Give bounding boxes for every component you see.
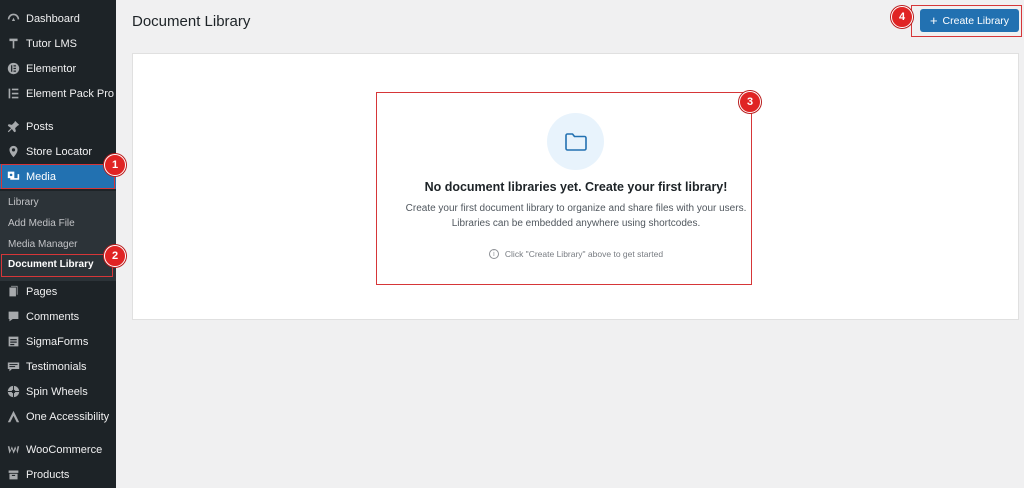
comments-icon bbox=[6, 310, 20, 324]
sidebar-item-tutor-lms[interactable]: Tutor LMS bbox=[0, 31, 116, 56]
annotation-highlight-document-library bbox=[1, 254, 113, 277]
accessibility-icon bbox=[6, 410, 20, 424]
sidebar-item-testimonials[interactable]: Testimonials bbox=[0, 354, 116, 379]
sidebar-item-label: Tutor LMS bbox=[26, 37, 77, 50]
create-library-label: Create Library bbox=[942, 14, 1010, 27]
products-icon bbox=[6, 468, 20, 482]
sidebar-item-products[interactable]: Products bbox=[0, 462, 116, 487]
wheel-icon bbox=[6, 385, 20, 399]
empty-state-icon-circle bbox=[547, 113, 604, 170]
testimonials-icon bbox=[6, 360, 20, 374]
sidebar-item-comments[interactable]: Comments bbox=[0, 304, 116, 329]
create-library-button[interactable]: + Create Library bbox=[920, 9, 1019, 32]
annotation-badge-1: 1 bbox=[104, 154, 126, 176]
info-icon: i bbox=[488, 249, 499, 259]
annotation-highlight-media bbox=[1, 164, 115, 189]
empty-state-hint-text: Click "Create Library" above to get star… bbox=[504, 249, 664, 259]
annotation-badge-4: 4 bbox=[891, 6, 913, 28]
submenu-item-library[interactable]: Library bbox=[8, 194, 39, 212]
submenu-item-add-media-file[interactable]: Add Media File bbox=[8, 215, 75, 233]
pin-icon bbox=[6, 120, 20, 134]
annotation-badge-2: 2 bbox=[104, 245, 126, 267]
sidebar-item-label: Comments bbox=[26, 310, 80, 323]
sidebar-item-label: Spin Wheels bbox=[26, 385, 88, 398]
sidebar-item-label: Pages bbox=[26, 285, 58, 298]
dashboard-icon bbox=[6, 12, 20, 26]
sidebar-item-posts[interactable]: Posts bbox=[0, 114, 116, 139]
plus-icon: + bbox=[929, 13, 938, 28]
sidebar-item-label: One Accessibility bbox=[26, 410, 110, 423]
sidebar-item-label: SigmaForms bbox=[26, 335, 89, 348]
empty-state-hint: i Click "Create Library" above to get st… bbox=[376, 249, 776, 259]
sidebar-item-label: Testimonials bbox=[26, 360, 87, 373]
admin-sidebar: Dashboard Tutor LMS Elementor Element Pa… bbox=[0, 0, 116, 488]
sidebar-item-elementor[interactable]: Elementor bbox=[0, 56, 116, 81]
forms-icon bbox=[6, 335, 20, 349]
sidebar-item-label: Element Pack Pro bbox=[26, 87, 115, 100]
empty-state-title: No document libraries yet. Create your f… bbox=[424, 180, 728, 194]
sidebar-item-label: Dashboard bbox=[26, 12, 80, 25]
sidebar-item-dashboard[interactable]: Dashboard bbox=[0, 6, 116, 31]
tutor-icon bbox=[6, 37, 20, 51]
sidebar-item-label: Products bbox=[26, 468, 70, 481]
sidebar-item-pages[interactable]: Pages bbox=[0, 279, 116, 304]
location-icon bbox=[6, 145, 20, 159]
woocommerce-icon bbox=[6, 443, 20, 457]
element-pack-icon bbox=[6, 87, 20, 101]
folder-icon bbox=[564, 132, 587, 151]
pages-icon bbox=[6, 285, 20, 299]
sidebar-item-woocommerce[interactable]: WooCommerce bbox=[0, 437, 116, 462]
sidebar-item-label: Posts bbox=[26, 120, 54, 133]
empty-state-description: Create your first document library to or… bbox=[405, 203, 747, 229]
annotation-badge-3: 3 bbox=[739, 91, 761, 113]
sidebar-item-label: WooCommerce bbox=[26, 443, 103, 456]
sidebar-item-one-accessibility[interactable]: One Accessibility bbox=[0, 404, 116, 429]
page-title: Document Library bbox=[132, 13, 251, 30]
elementor-icon bbox=[6, 62, 20, 76]
sidebar-item-store-locator[interactable]: Store Locator bbox=[0, 139, 116, 164]
sidebar-item-element-pack-pro[interactable]: Element Pack Pro bbox=[0, 81, 116, 106]
submenu-item-media-manager[interactable]: Media Manager bbox=[8, 236, 77, 254]
sidebar-item-spin-wheels[interactable]: Spin Wheels bbox=[0, 379, 116, 404]
sidebar-item-sigmaforms[interactable]: SigmaForms bbox=[0, 329, 116, 354]
sidebar-item-label: Store Locator bbox=[26, 145, 93, 158]
sidebar-item-label: Elementor bbox=[26, 62, 77, 75]
